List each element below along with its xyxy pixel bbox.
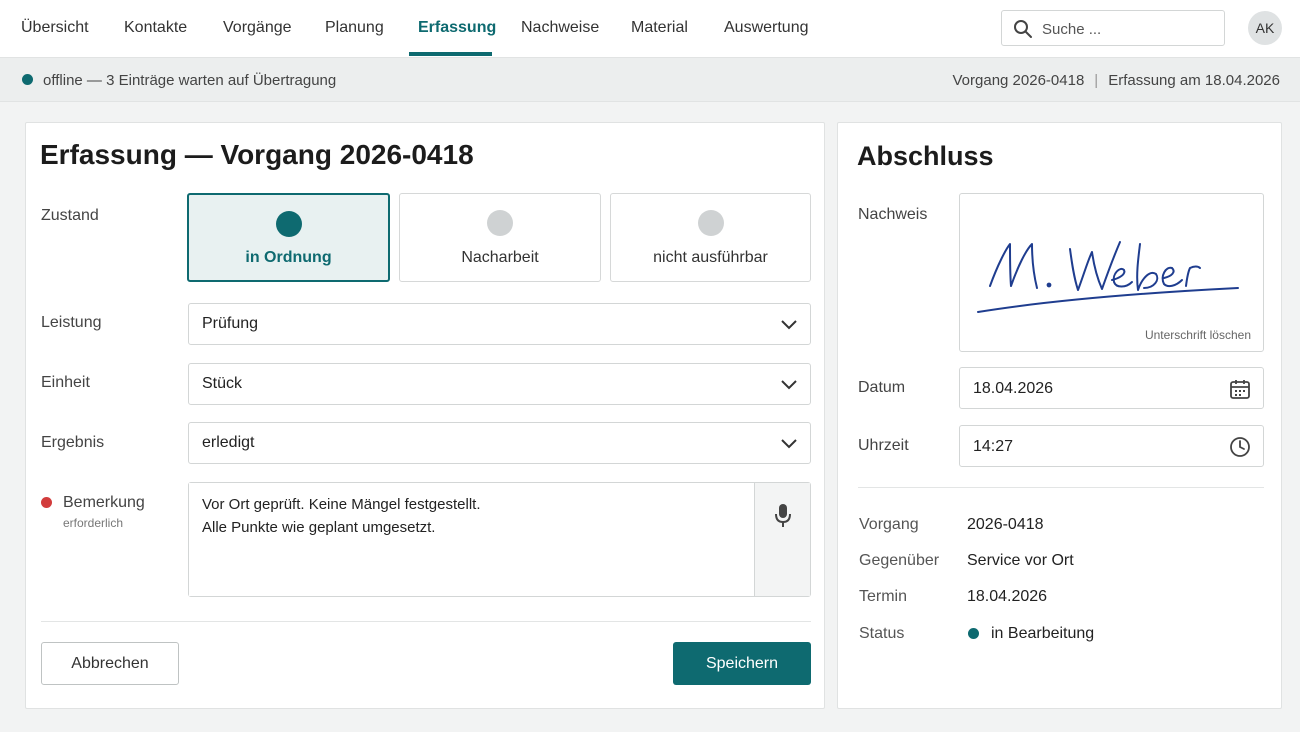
chevron-down-icon — [781, 320, 797, 330]
clear-signature-link[interactable]: Unterschrift löschen — [1145, 328, 1251, 342]
tab-kontakte[interactable]: Kontakte — [124, 0, 187, 56]
state-indicator-dot — [275, 211, 302, 237]
datum-input[interactable] — [973, 378, 1213, 400]
uhrzeit-label: Uhrzeit — [858, 437, 909, 454]
bemerkung-field: Vor Ort geprüft. Keine Mängel festgestel… — [188, 482, 811, 597]
zustand-option-in-ordnung[interactable]: in Ordnung — [187, 193, 390, 282]
chevron-down-icon — [781, 439, 797, 449]
einheit-value: Stück — [202, 375, 243, 392]
nachweis-label: Nachweis — [858, 206, 928, 223]
abschluss-title: Abschluss — [857, 141, 994, 171]
active-tab-indicator — [409, 52, 492, 56]
bemerkung-textarea[interactable]: Vor Ort geprüft. Keine Mängel festgestel… — [189, 483, 755, 596]
datum-field — [959, 367, 1264, 409]
tab-nachweise[interactable]: Nachweise — [521, 0, 599, 56]
tab-planung[interactable]: Planung — [325, 0, 384, 56]
chevron-down-icon — [781, 380, 797, 390]
detail-status-value: in Bearbeitung — [991, 625, 1095, 642]
user-avatar[interactable]: AK — [1248, 11, 1282, 45]
voice-input-button[interactable] — [754, 483, 810, 596]
context-erfassung-date: Erfassung am 18.04.2026 — [1108, 72, 1280, 89]
tab-vorgaenge[interactable]: Vorgänge — [223, 0, 292, 56]
leistung-label: Leistung — [41, 314, 102, 331]
microphone-icon — [775, 504, 791, 527]
uhrzeit-field — [959, 425, 1264, 467]
ergebnis-select[interactable]: erledigt — [188, 422, 811, 464]
zustand-option-nicht-ausfuehrbar[interactable]: nicht ausführbar — [610, 193, 811, 282]
context-vorgang: Vorgang 2026-0418 — [952, 72, 1085, 89]
zustand-option-label: nicht ausführbar — [653, 249, 768, 266]
detail-status-key: Status — [859, 625, 905, 642]
save-button[interactable]: Speichern — [673, 642, 811, 685]
page-title: Erfassung — Vorgang 2026-0418 — [40, 139, 474, 170]
sync-status-text: offline — 3 Einträge warten auf Übertrag… — [43, 72, 337, 89]
detail-termin-key: Termin — [859, 588, 908, 605]
search-icon — [1014, 20, 1032, 38]
top-navigation: Übersicht Kontakte Vorgänge Planung Erfa… — [0, 0, 1300, 58]
search-input[interactable] — [1042, 18, 1218, 40]
einheit-label: Einheit — [41, 374, 90, 391]
ergebnis-value: erledigt — [202, 434, 255, 451]
detail-vorgang-value: 2026-0418 — [967, 516, 1044, 533]
datum-label: Datum — [858, 379, 906, 396]
zustand-option-label: in Ordnung — [245, 249, 332, 266]
offline-status-dot — [22, 74, 33, 85]
ergebnis-label: Ergebnis — [41, 434, 105, 451]
signature-pad[interactable]: Unterschrift löschen — [959, 193, 1264, 352]
tab-erfassung[interactable]: Erfassung — [418, 0, 496, 56]
clock-icon[interactable] — [1229, 436, 1251, 458]
einheit-select[interactable]: Stück — [188, 363, 811, 405]
zustand-label: Zustand — [41, 207, 99, 224]
required-indicator — [41, 497, 52, 508]
status-dot — [968, 628, 979, 639]
uhrzeit-input[interactable] — [973, 436, 1213, 458]
side-divider — [858, 487, 1264, 488]
calendar-icon[interactable] — [1229, 378, 1251, 400]
detail-gegenueber-key: Gegenüber — [859, 552, 940, 569]
detail-termin-value: 18.04.2026 — [967, 588, 1048, 605]
detail-vorgang-key: Vorgang — [859, 516, 919, 533]
zustand-option-label: Nacharbeit — [461, 249, 539, 266]
detail-gegenueber-value: Service vor Ort — [967, 552, 1074, 569]
context-info: Vorgang 2026-0418 | Erfassung am 18.04.202… — [953, 72, 1281, 89]
bemerkung-required-hint: erforderlich — [63, 516, 124, 530]
bemerkung-label: Bemerkung — [63, 494, 145, 511]
zustand-option-nacharbeit[interactable]: Nacharbeit — [399, 193, 601, 282]
leistung-value: Prüfung — [202, 315, 259, 332]
tab-material[interactable]: Material — [631, 0, 688, 56]
tab-uebersicht[interactable]: Übersicht — [21, 0, 89, 56]
state-indicator-dot — [487, 210, 513, 236]
tab-auswertung[interactable]: Auswertung — [724, 0, 809, 56]
search-box[interactable] — [1001, 10, 1225, 46]
context-separator: | — [1094, 72, 1099, 89]
form-divider — [41, 621, 811, 622]
state-indicator-dot — [697, 210, 724, 236]
leistung-select[interactable]: Prüfung — [188, 303, 811, 345]
cancel-button[interactable]: Abbrechen — [41, 642, 179, 685]
